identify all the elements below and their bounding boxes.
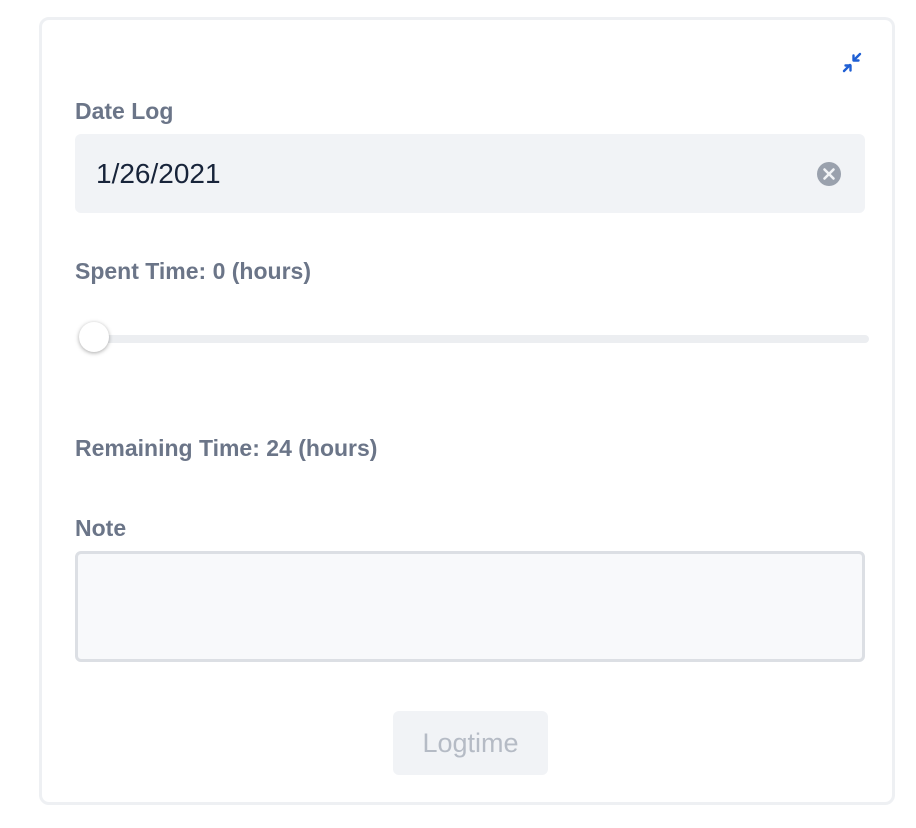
spent-time-slider-track[interactable] bbox=[79, 335, 869, 343]
logtime-button[interactable]: Logtime bbox=[393, 711, 548, 775]
spent-time-label: Spent Time: 0 (hours) bbox=[75, 258, 311, 284]
logtime-card: Date Log 1/26/2021 Spent Time: 0 (hours)… bbox=[39, 17, 895, 805]
clear-date-button[interactable] bbox=[816, 161, 842, 187]
date-log-label: Date Log bbox=[75, 98, 174, 124]
date-log-input[interactable]: 1/26/2021 bbox=[75, 134, 865, 213]
note-label: Note bbox=[75, 515, 127, 541]
collapse-button[interactable] bbox=[839, 50, 865, 76]
spent-time-slider-thumb[interactable] bbox=[79, 322, 109, 352]
clear-circle-icon bbox=[817, 162, 841, 186]
remaining-time-label: Remaining Time: 24 (hours) bbox=[75, 435, 378, 461]
note-input[interactable] bbox=[75, 551, 865, 662]
collapse-arrows-icon bbox=[842, 52, 862, 73]
date-log-value: 1/26/2021 bbox=[96, 158, 221, 189]
